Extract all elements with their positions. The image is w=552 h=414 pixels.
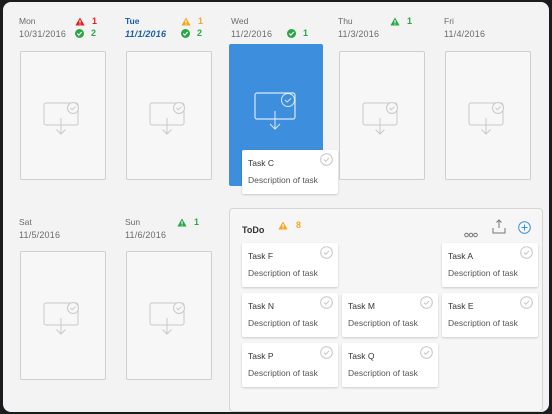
task-card[interactable]: Task E Description of task [442, 293, 538, 337]
task-desc: Description of task [248, 318, 318, 328]
day-slot-fri[interactable] [445, 51, 531, 180]
task-title: Task C [248, 158, 274, 168]
drop-target-icon [254, 92, 302, 141]
check-circle-outline-icon[interactable] [420, 346, 433, 364]
day-slot-mon[interactable] [20, 51, 106, 180]
warning-triangle-icon [390, 17, 400, 26]
ok-count: 2 [91, 28, 97, 38]
day-slot-thu[interactable] [339, 51, 425, 180]
check-circle-outline-icon[interactable] [320, 153, 333, 171]
warn-stat: 1 [390, 16, 415, 26]
day-mon: Mon 10/31/2016 1 2 [19, 16, 119, 46]
drop-target-icon [362, 102, 404, 145]
task-title: Task N [248, 301, 274, 311]
ok-stat: 1 [287, 28, 311, 38]
check-circle-outline-icon[interactable] [320, 246, 333, 264]
warning-triangle-icon [181, 17, 191, 26]
check-circle-outline-icon[interactable] [420, 296, 433, 314]
warning-triangle-icon [278, 221, 288, 230]
todo-title: ToDo [242, 225, 265, 235]
day-date: 11/1/2016 [125, 29, 167, 39]
day-date: 11/5/2016 [19, 230, 61, 240]
screen: Mon 10/31/2016 1 2 Tue 11/1/2016 1 2 Wed… [3, 2, 549, 412]
day-slot-tue[interactable] [126, 51, 212, 180]
day-name: Wed [231, 16, 249, 26]
check-circle-outline-icon[interactable] [320, 296, 333, 314]
day-sat: Sat 11/5/2016 [19, 217, 119, 247]
task-card[interactable]: Task M Description of task [342, 293, 438, 337]
task-desc: Description of task [248, 368, 318, 378]
day-name: Mon [19, 16, 36, 26]
ok-count: 1 [407, 16, 413, 26]
warn-count: 1 [198, 16, 204, 26]
drop-target-icon [43, 102, 85, 145]
check-circle-icon [287, 28, 296, 38]
day-date: 11/4/2016 [444, 29, 486, 39]
task-title: Task A [448, 251, 474, 261]
warning-triangle-icon [177, 218, 187, 227]
dragging-task-card[interactable]: Task C Description of task [242, 150, 338, 194]
day-slot-sat[interactable] [20, 251, 106, 380]
warn-stat: 1 [75, 16, 100, 26]
ok-count: 1 [303, 28, 309, 38]
task-desc: Description of task [248, 268, 318, 278]
add-icon[interactable] [518, 221, 531, 239]
day-name: Sun [125, 217, 141, 227]
day-wed: Wed 11/2/2016 1 [231, 16, 331, 46]
task-title: Task Q [348, 351, 375, 361]
task-card[interactable]: Task Q Description of task [342, 343, 438, 387]
task-desc: Description of task [248, 175, 318, 185]
task-title: Task E [448, 301, 474, 311]
day-tue: Tue 11/1/2016 1 2 [125, 16, 225, 46]
task-title: Task F [248, 251, 274, 261]
check-circle-outline-icon[interactable] [520, 296, 533, 314]
task-title: Task P [248, 351, 274, 361]
day-slot-sun[interactable] [126, 251, 212, 380]
warn-stat: 1 [181, 16, 206, 26]
day-fri: Fri 11/4/2016 [444, 16, 544, 46]
ok-stat: 2 [181, 28, 205, 38]
todo-warn-stat: 8 [278, 220, 301, 230]
task-desc: Description of task [348, 318, 418, 328]
drop-target-icon [43, 302, 85, 345]
ok-count: 2 [197, 28, 203, 38]
day-name: Thu [338, 16, 353, 26]
warn-stat: 1 [177, 217, 202, 227]
task-card[interactable]: Task A Description of task [442, 243, 538, 287]
day-date: 11/3/2016 [338, 29, 380, 39]
day-date: 11/2/2016 [231, 29, 273, 39]
drop-target-icon [468, 102, 510, 145]
day-sun: Sun 11/6/2016 1 [125, 217, 225, 247]
check-circle-outline-icon[interactable] [520, 246, 533, 264]
check-circle-icon [181, 28, 190, 38]
drop-target-icon [149, 102, 191, 145]
share-icon[interactable] [492, 219, 506, 240]
day-name: Tue [125, 16, 140, 26]
task-card[interactable]: Task N Description of task [242, 293, 338, 337]
day-name: Sat [19, 217, 32, 227]
check-circle-icon [75, 28, 84, 38]
task-desc: Description of task [448, 318, 518, 328]
task-title: Task M [348, 301, 375, 311]
day-thu: Thu 11/3/2016 1 [338, 16, 438, 46]
warn-count: 1 [92, 16, 98, 26]
day-name: Fri [444, 16, 454, 26]
drop-target-icon [149, 302, 191, 345]
more-icon[interactable] [464, 225, 478, 243]
ok-stat: 2 [75, 28, 99, 38]
todo-count: 8 [296, 220, 302, 230]
ok-count: 1 [194, 217, 200, 227]
task-desc: Description of task [348, 368, 418, 378]
task-card[interactable]: Task F Description of task [242, 243, 338, 287]
task-desc: Description of task [448, 268, 518, 278]
day-date: 10/31/2016 [19, 29, 67, 39]
todo-panel: ToDo 8 Task F Description of task Task A… [229, 208, 543, 412]
check-circle-outline-icon[interactable] [320, 346, 333, 364]
day-date: 11/6/2016 [125, 230, 167, 240]
task-card[interactable]: Task P Description of task [242, 343, 338, 387]
warning-triangle-icon [75, 17, 85, 26]
